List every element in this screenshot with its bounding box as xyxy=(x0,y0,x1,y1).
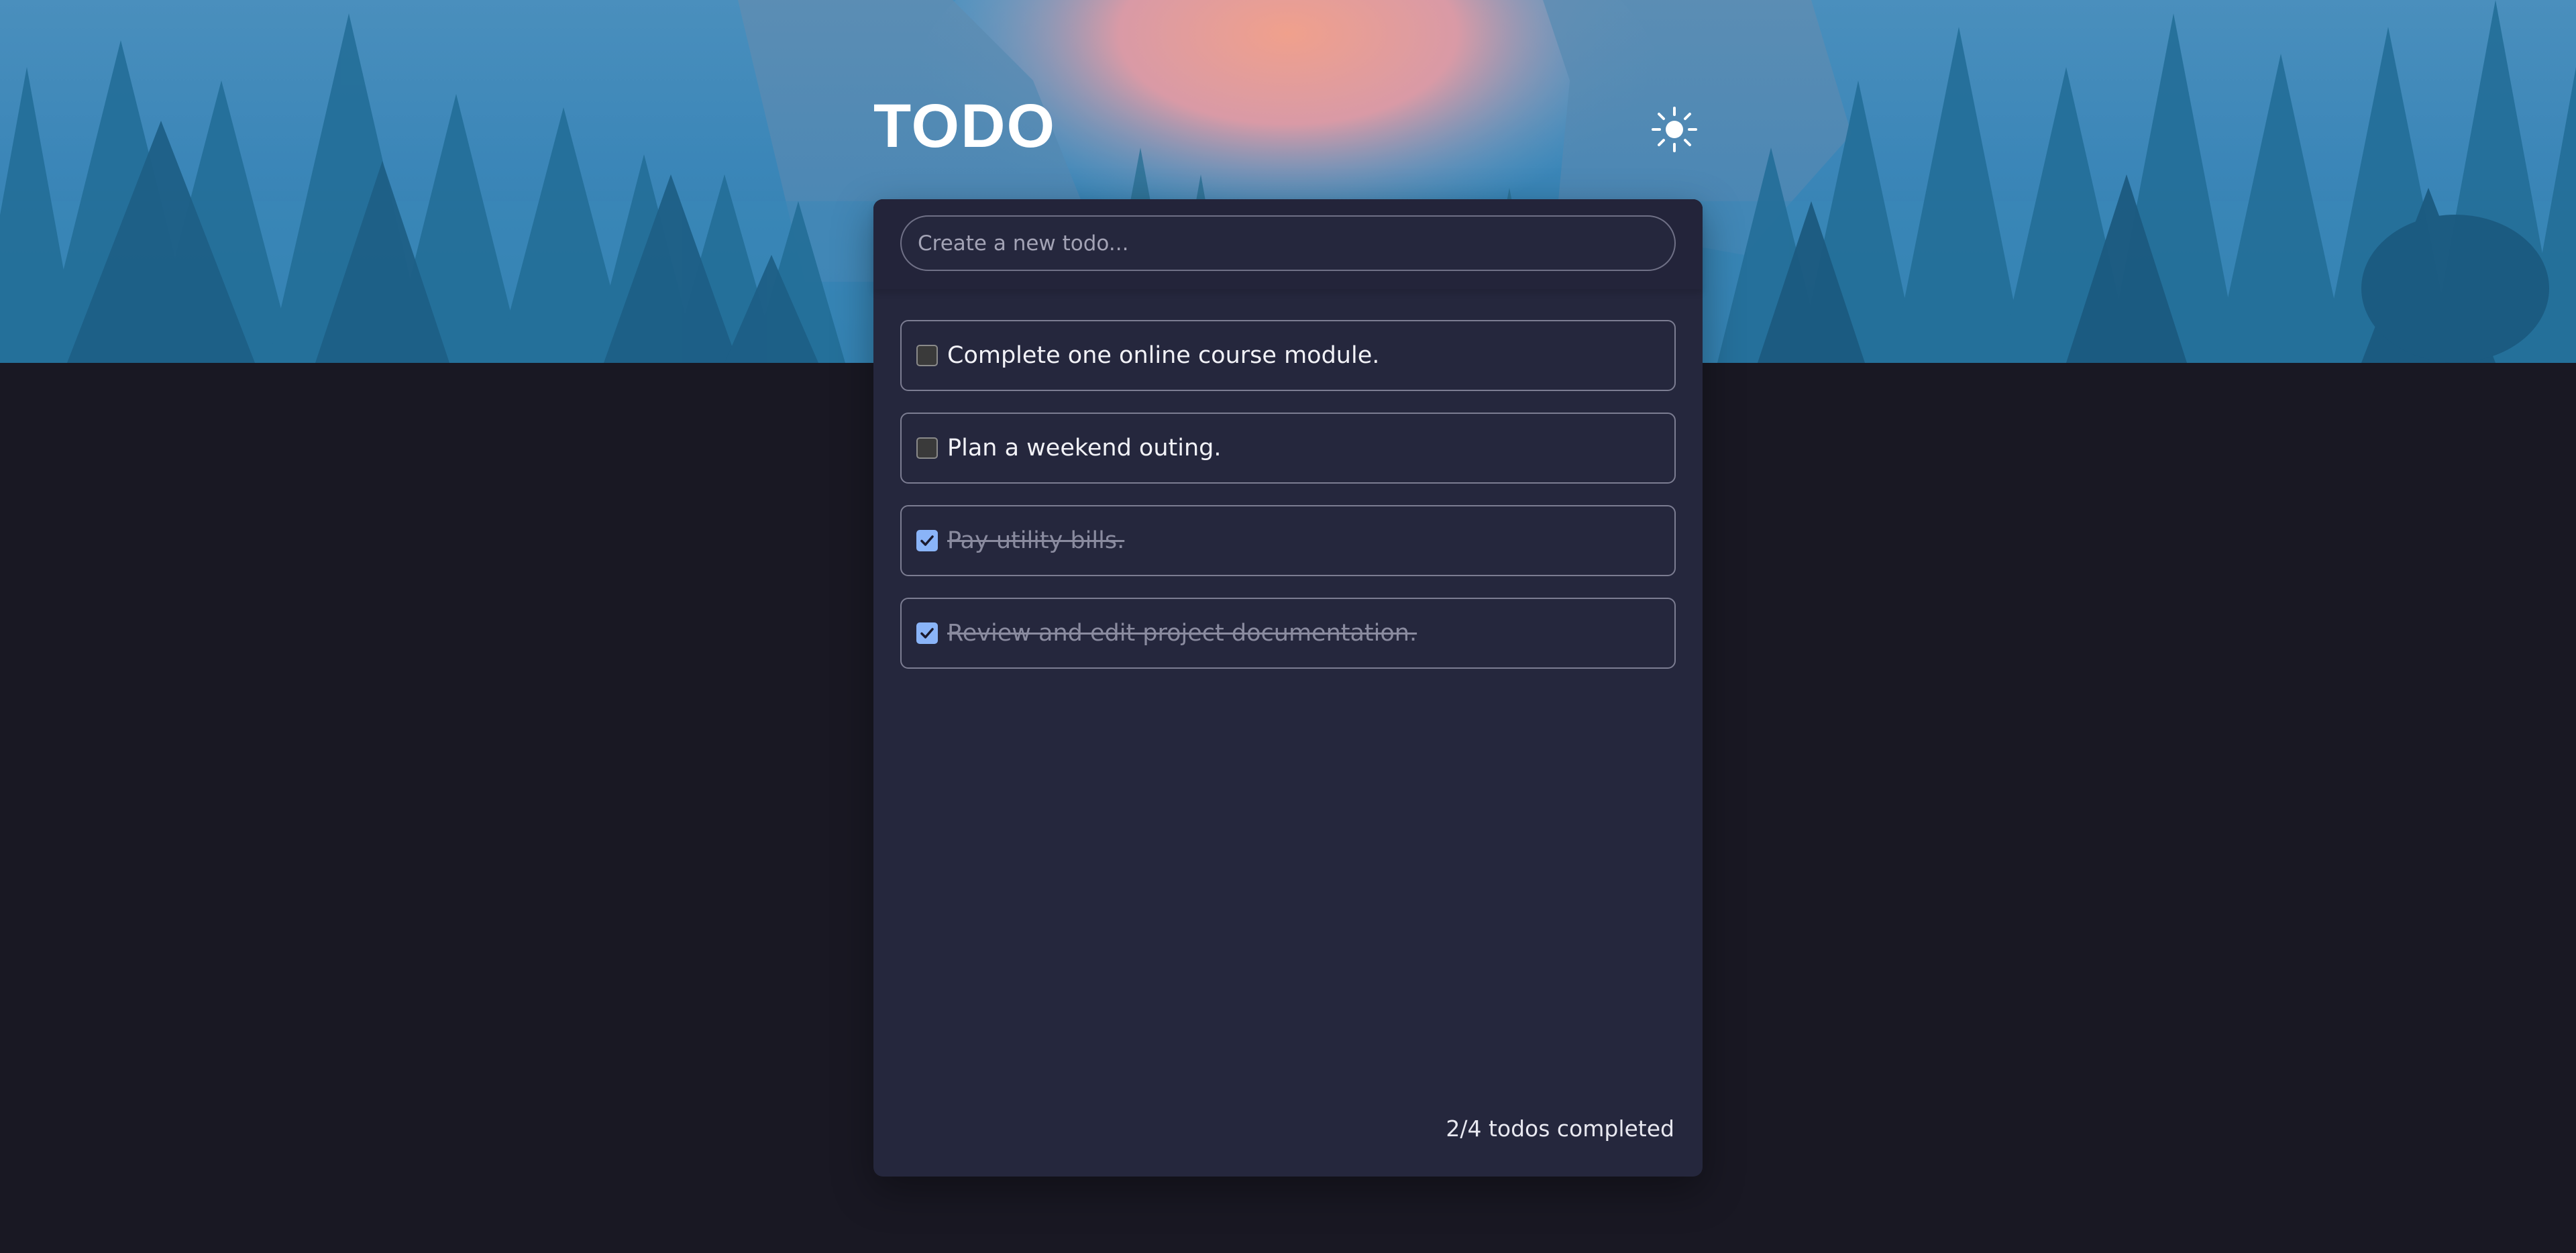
completed-count: 2/4 todos completed xyxy=(1446,1115,1674,1142)
checkbox-unchecked[interactable] xyxy=(916,437,938,459)
new-todo-input[interactable] xyxy=(900,215,1676,271)
todo-text: Complete one online course module. xyxy=(947,342,1380,369)
checkbox-unchecked[interactable] xyxy=(916,345,938,366)
checkmark-icon xyxy=(920,535,934,546)
todo-list: Complete one online course module. Plan a… xyxy=(900,320,1676,690)
page-title: TODO xyxy=(873,92,1057,160)
new-todo-bar xyxy=(873,199,1703,289)
todo-item[interactable]: Plan a weekend outing. xyxy=(900,413,1676,484)
todo-item[interactable]: Complete one online course module. xyxy=(900,320,1676,391)
checkmark-icon xyxy=(920,628,934,639)
todo-text: Review and edit project documentation. xyxy=(947,620,1417,647)
todo-text: Pay utility bills. xyxy=(947,527,1125,554)
todo-item[interactable]: Pay utility bills. xyxy=(900,505,1676,576)
todo-card: Complete one online course module. Plan a… xyxy=(873,199,1703,1177)
theme-toggle-button[interactable] xyxy=(1650,105,1699,154)
sun-icon xyxy=(1652,107,1697,152)
checkbox-checked[interactable] xyxy=(916,530,938,551)
todo-text: Plan a weekend outing. xyxy=(947,435,1222,461)
todo-item[interactable]: Review and edit project documentation. xyxy=(900,598,1676,669)
checkbox-checked[interactable] xyxy=(916,622,938,644)
